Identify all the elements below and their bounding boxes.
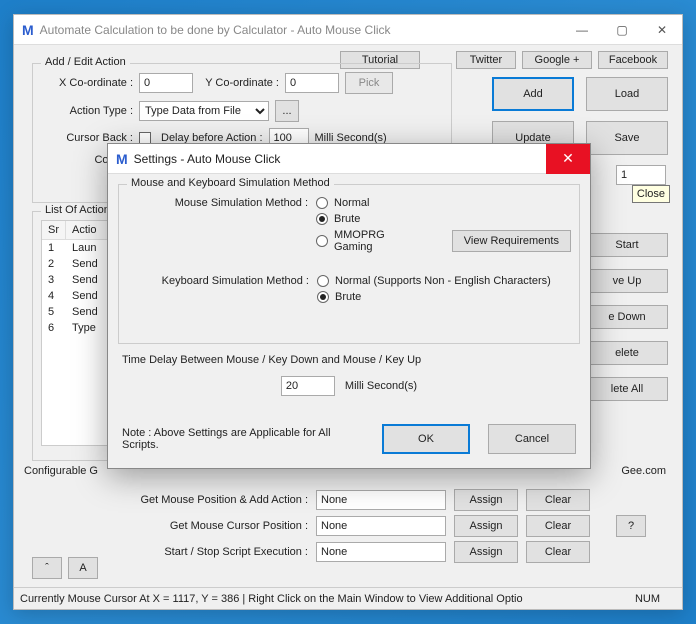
time-delay-input[interactable] [281, 376, 335, 396]
cancel-button[interactable]: Cancel [488, 424, 576, 454]
start-button[interactable]: Start [586, 233, 668, 257]
modal-logo-icon: M [116, 151, 128, 167]
sim-method-legend: Mouse and Keyboard Simulation Method [127, 177, 334, 189]
x-input[interactable] [139, 73, 193, 93]
shortcut2-assign[interactable]: Assign [454, 515, 518, 537]
repeat-input[interactable] [616, 165, 666, 185]
close-tooltip: Close [632, 185, 670, 203]
google-button[interactable]: Google + [522, 51, 592, 69]
action-table: Sr Actio 1Laun2Send3Send4Send5Send6Type [41, 220, 117, 446]
a-small-button[interactable]: A [68, 557, 98, 579]
shortcut3-clear[interactable]: Clear [526, 541, 590, 563]
delete-button[interactable]: elete [586, 341, 668, 365]
gee-label: Gee.com [621, 465, 666, 477]
num-indicator: NUM [635, 593, 660, 605]
twitter-button[interactable]: Twitter [456, 51, 516, 69]
main-titlebar: M Automate Calculation to be done by Cal… [14, 15, 682, 45]
configurable-label: Configurable G [24, 465, 98, 477]
load-button[interactable]: Load [586, 77, 668, 111]
maximize-button[interactable]: ▢ [602, 15, 642, 45]
kb-sim-label: Keyboard Simulation Method : [127, 271, 317, 307]
time-delay-unit: Milli Second(s) [345, 380, 417, 392]
mouse-brute-label: Brute [334, 213, 360, 225]
mouse-mmo-radio[interactable] [316, 235, 328, 247]
shortcut3-assign[interactable]: Assign [454, 541, 518, 563]
sim-method-group: Mouse and Keyboard Simulation Method Mou… [118, 184, 580, 344]
mouse-mmo-label: MMOPRG Gaming [334, 229, 426, 253]
side-buttons: Start ve Up e Down elete lete All [586, 233, 668, 401]
table-row[interactable]: 1Laun [42, 240, 116, 256]
view-requirements-button[interactable]: View Requirements [452, 230, 571, 252]
modal-close-button[interactable]: ✕ [546, 144, 590, 174]
modal-title: Settings - Auto Mouse Click [134, 152, 546, 166]
table-row[interactable]: 6Type [42, 320, 116, 336]
mouse-brute-radio[interactable] [316, 213, 328, 225]
x-label: X Co-ordinate : [41, 77, 133, 89]
shortcut1-input[interactable] [316, 490, 446, 510]
help-button[interactable]: ? [616, 515, 646, 537]
table-row[interactable]: 5Send [42, 304, 116, 320]
pick-button[interactable]: Pick [345, 72, 393, 94]
close-button[interactable]: ✕ [642, 15, 682, 45]
kb-brute-radio[interactable] [317, 291, 329, 303]
table-row[interactable]: 2Send [42, 256, 116, 272]
save-button[interactable]: Save [586, 121, 668, 155]
minimize-button[interactable]: — [562, 15, 602, 45]
app-logo-icon: M [22, 22, 34, 38]
shortcut2-input[interactable] [316, 516, 446, 536]
shortcut1-clear[interactable]: Clear [526, 489, 590, 511]
status-text: Currently Mouse Cursor At X = 1117, Y = … [20, 593, 523, 605]
ok-button[interactable]: OK [382, 424, 470, 454]
add-button[interactable]: Add [492, 77, 574, 111]
ellipsis-button[interactable]: ... [275, 100, 299, 122]
mouse-normal-radio[interactable] [316, 197, 328, 209]
shortcut1-assign[interactable]: Assign [454, 489, 518, 511]
shortcut1-label: Get Mouse Position & Add Action : [24, 494, 308, 506]
shortcut3-input[interactable] [316, 542, 446, 562]
kb-normal-radio[interactable] [317, 275, 329, 287]
settings-dialog: M Settings - Auto Mouse Click ✕ Mouse an… [107, 143, 591, 469]
kb-normal-label: Normal (Supports Non - English Character… [335, 275, 551, 287]
table-row[interactable]: 3Send [42, 272, 116, 288]
delete-all-button[interactable]: lete All [586, 377, 668, 401]
time-delay-label: Time Delay Between Mouse / Key Down and … [122, 354, 576, 366]
list-legend: List Of Action( [41, 204, 117, 216]
add-edit-legend: Add / Edit Action [41, 56, 130, 68]
col-sr: Sr [42, 221, 66, 239]
modal-note: Note : Above Settings are Applicable for… [122, 427, 364, 451]
table-row[interactable]: 4Send [42, 288, 116, 304]
action-type-select[interactable]: Type Data from File [139, 101, 269, 121]
action-type-label: Action Type : [41, 105, 133, 117]
y-input[interactable] [285, 73, 339, 93]
move-down-button[interactable]: e Down [586, 305, 668, 329]
status-bar: Currently Mouse Cursor At X = 1117, Y = … [14, 587, 682, 609]
shortcut2-clear[interactable]: Clear [526, 515, 590, 537]
move-up-button[interactable]: ve Up [586, 269, 668, 293]
main-title: Automate Calculation to be done by Calcu… [40, 23, 562, 37]
kb-brute-label: Brute [335, 291, 361, 303]
shortcut2-label: Get Mouse Cursor Position : [24, 520, 308, 532]
facebook-button[interactable]: Facebook [598, 51, 668, 69]
up-small-button[interactable]: ˆ [32, 557, 62, 579]
y-label: Y Co-ordinate : [199, 77, 279, 89]
mouse-sim-label: Mouse Simulation Method : [127, 193, 316, 257]
mouse-normal-label: Normal [334, 197, 369, 209]
